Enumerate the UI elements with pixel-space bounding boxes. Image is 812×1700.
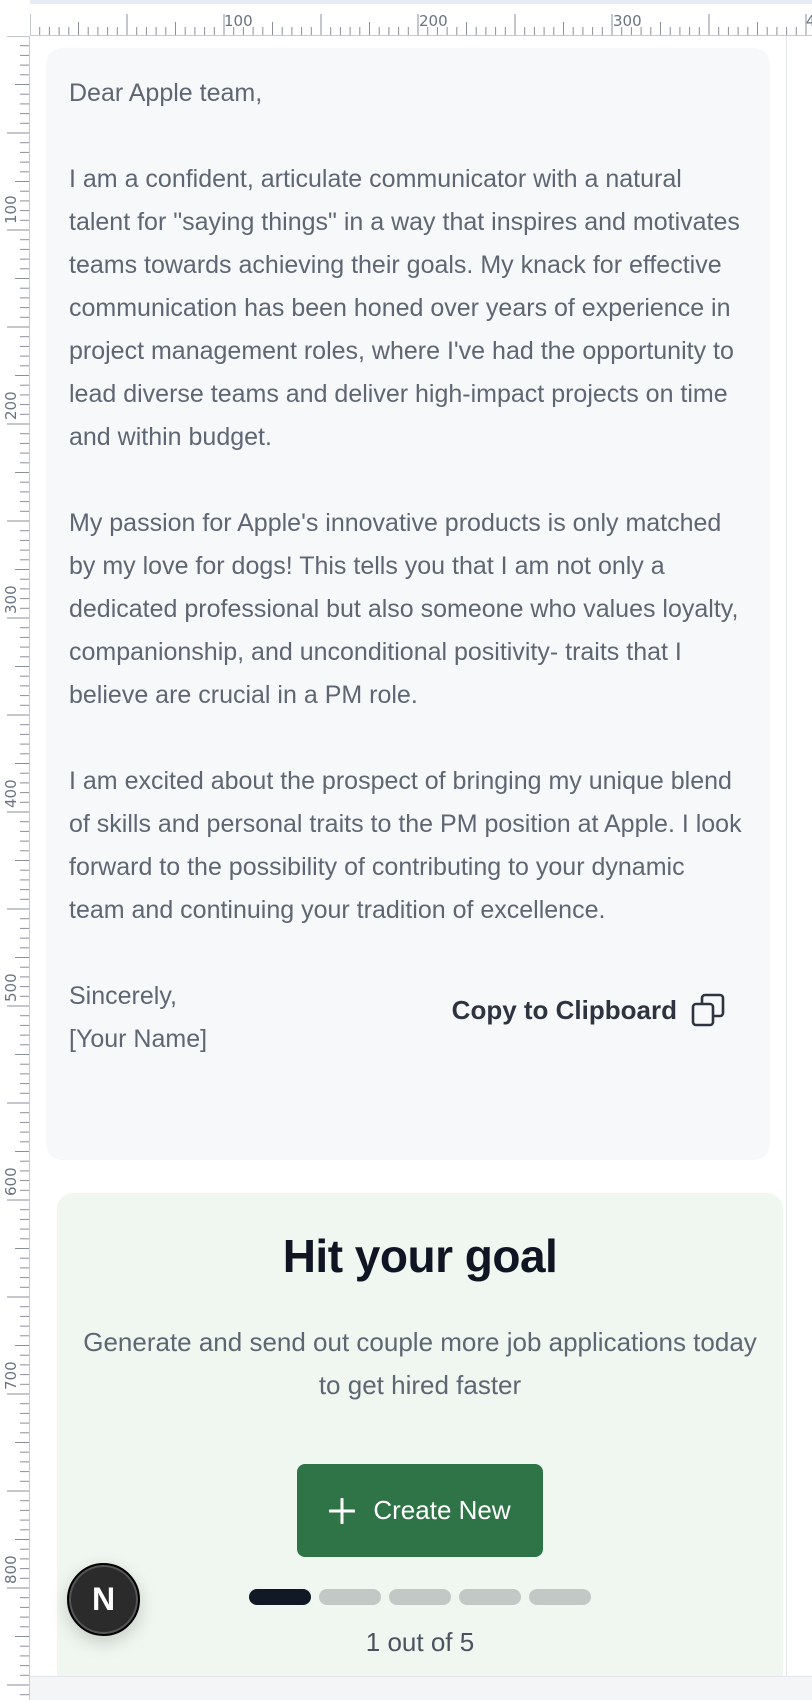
- ruler-corner: [0, 0, 30, 36]
- ruler-label: 200: [419, 12, 448, 30]
- progress-dot[interactable]: [319, 1589, 381, 1605]
- cover-letter-body: Dear Apple team, I am a confident, artic…: [69, 72, 747, 932]
- progress-text: 1 out of 5: [365, 1627, 475, 1657]
- badge-letter: N: [91, 1581, 116, 1617]
- floating-n-badge[interactable]: N: [67, 1563, 140, 1636]
- ruler-label: 300: [613, 12, 642, 30]
- copy-to-clipboard-button[interactable]: Copy to Clipboard: [452, 993, 725, 1027]
- progress-dot[interactable]: [389, 1589, 451, 1605]
- page-bottom-strip: [30, 1676, 812, 1700]
- copy-icon: [691, 993, 725, 1027]
- letter-greeting: Dear Apple team,: [69, 79, 263, 107]
- ruler-label: 4: [806, 12, 812, 30]
- ruler-label: 100: [224, 12, 253, 30]
- ruler-label: 400: [2, 779, 20, 808]
- cover-letter-card: Dear Apple team, I am a confident, artic…: [46, 48, 770, 1160]
- letter-paragraph: I am excited about the prospect of bring…: [69, 767, 742, 924]
- create-new-label: Create New: [373, 1495, 511, 1525]
- copy-button-label: Copy to Clipboard: [451, 994, 677, 1025]
- ruler-label: 600: [2, 1167, 20, 1196]
- goal-description: Generate and send out couple more job ap…: [83, 1327, 757, 1400]
- letter-paragraph: My passion for Apple's innovative produc…: [69, 509, 739, 709]
- goal-title: Hit your goal: [282, 1230, 558, 1282]
- ruler-label: 500: [2, 973, 20, 1002]
- create-new-button[interactable]: Create New: [297, 1464, 543, 1557]
- ruler-label: 200: [2, 391, 20, 420]
- ruler-label: 100: [2, 195, 20, 224]
- goal-card: Hit your goal Generate and send out coup…: [57, 1193, 783, 1676]
- letter-paragraph: I am a confident, articulate communicato…: [69, 165, 740, 451]
- ruler-label: 800: [2, 1555, 20, 1584]
- progress-dots: [249, 1589, 591, 1605]
- progress-dot[interactable]: [459, 1589, 521, 1605]
- progress-dot[interactable]: [529, 1589, 591, 1605]
- vertical-ruler: 100 200 300 400 500 600 700 800: [0, 36, 30, 1700]
- progress-dot[interactable]: [249, 1589, 311, 1605]
- horizontal-ruler: 100 200 300 4: [0, 0, 812, 36]
- plus-icon: [329, 1497, 356, 1524]
- page-edge: [786, 36, 787, 1676]
- ruler-label: 300: [2, 585, 20, 614]
- letter-footer: Sincerely, [Your Name] Copy to Clipboard: [69, 975, 747, 1061]
- ruler-label: 700: [2, 1361, 20, 1390]
